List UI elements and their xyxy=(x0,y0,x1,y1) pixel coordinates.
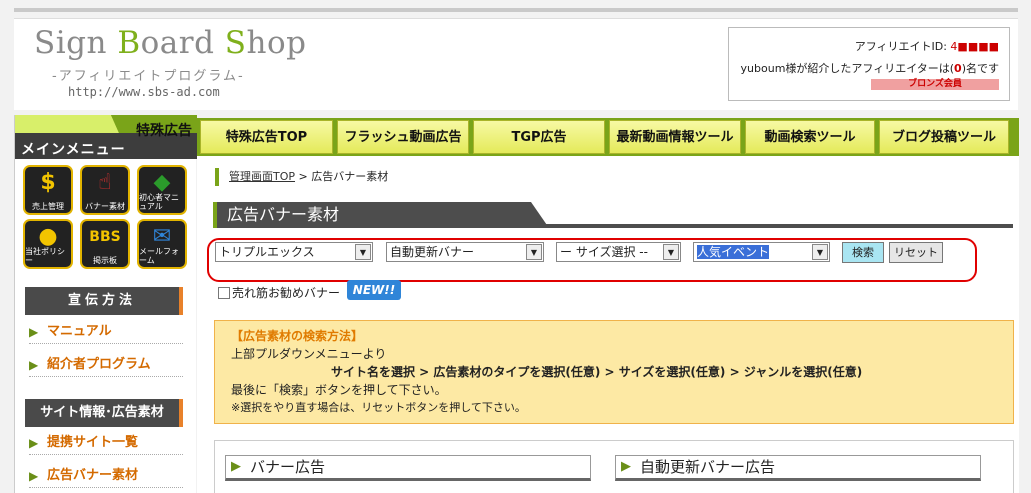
breadcrumb-link-top[interactable]: 管理画面TOP xyxy=(229,170,295,183)
policy-icon: ● xyxy=(38,224,58,249)
nav-flash-video[interactable]: フラッシュ動画広告 xyxy=(337,120,469,154)
arrow-icon: ▶ xyxy=(29,325,39,339)
top-nav: 特殊広告TOP フラッシュ動画広告 TGP広告 最新動画情報ツール 動画検索ツー… xyxy=(197,118,1019,156)
recommend-checkbox-label: 売れ筋お勧めバナー xyxy=(232,286,341,300)
chevron-down-icon: ▼ xyxy=(663,244,679,260)
arrow-icon: ▶ xyxy=(29,358,39,372)
arrow-icon: ▶ xyxy=(231,459,241,474)
search-button[interactable]: 検索 xyxy=(842,242,884,263)
sidebar-icon-button[interactable]: ☝ バナー素材 xyxy=(80,165,130,215)
nav-special-top[interactable]: 特殊広告TOP xyxy=(200,120,333,154)
sidebar-icon-label: 掲示板 xyxy=(93,256,117,265)
bbs-icon: BBS xyxy=(89,229,121,245)
sidebar-main-menu-title: メインメニュー xyxy=(21,142,126,158)
logo-url: http://www.sbs-ad.com xyxy=(68,85,220,99)
main-content: 管理画面TOP > 広告バナー素材 広告バナー素材 トリプルエックス ▼ 自動更新… xyxy=(197,156,1019,493)
site-header: Sign Board Shop -アフィリエイトプログラム- http://ww… xyxy=(14,18,1018,110)
affiliate-id: アフィリエイトID: 4■■■■ xyxy=(854,40,999,53)
sidebar-icon-button[interactable]: $ 売上管理 xyxy=(23,165,73,215)
howto-note: ※選択をやり直す場合は、リセットボタンを押して下さい。 xyxy=(231,401,526,414)
dollar-icon: $ xyxy=(40,170,56,195)
hand-pointer-icon: ☝ xyxy=(98,170,112,195)
affiliate-info-box: アフィリエイトID: 4■■■■ yuboum様が紹介したアフィリエイターは(0… xyxy=(728,27,1010,101)
search-howto-box: 【広告素材の検索方法】 上部プルダウンメニューより サイト名を選択 > 広告素材… xyxy=(214,320,1014,424)
breadcrumb-current: 広告バナー素材 xyxy=(311,170,389,183)
sidebar-link-partner-sites[interactable]: ▶ 提携サイト一覧 xyxy=(29,431,183,455)
sidebar-link-referral[interactable]: ▶ 紹介者プログラム xyxy=(29,353,183,377)
sidebar-icon-label: 売上管理 xyxy=(32,202,64,211)
nav-blog-post-tool[interactable]: ブログ投稿ツール xyxy=(879,120,1009,154)
sidebar: 特殊広告 メインメニュー $ 売上管理 ☝ バナー素材 ◆ 初心者マニュアル ● 当社ポリシー… xyxy=(14,115,197,493)
banner-panels: ▶ バナー広告 ▶ 自動更新バナー広告 xyxy=(214,440,1014,493)
sidebar-icon-button[interactable]: BBS 掲示板 xyxy=(80,219,130,269)
nav-latest-video-tool[interactable]: 最新動画情報ツール xyxy=(609,120,741,154)
sidebar-link-manual[interactable]: ▶ マニュアル xyxy=(29,320,183,344)
sidebar-icon-label: バナー素材 xyxy=(85,202,125,211)
member-rank-badge: ブロンズ会員 xyxy=(871,79,999,90)
logo-subtitle: -アフィリエイトプログラム- xyxy=(52,69,245,84)
sidebar-special-ad-label[interactable]: 特殊広告 xyxy=(136,120,192,140)
sidebar-icon-grid: $ 売上管理 ☝ バナー素材 ◆ 初心者マニュアル ● 当社ポリシー BBS 掲示板 ✉ メールフォー… xyxy=(23,165,189,269)
sidebar-link-banners[interactable]: ▶ 広告バナー素材 xyxy=(29,464,183,488)
genre-select[interactable]: 人気イベント ▼ xyxy=(693,242,830,262)
panel-auto-update-banner-ads: ▶ 自動更新バナー広告 xyxy=(615,455,981,481)
howto-steps: サイト名を選択 > 広告素材のタイプを選択(任意) > サイズを選択(任意) >… xyxy=(331,365,863,379)
sidebar-icon-button[interactable]: ✉ メールフォーム xyxy=(137,219,187,269)
site-select[interactable]: トリプルエックス ▼ xyxy=(215,242,373,262)
arrow-icon: ▶ xyxy=(621,459,631,474)
panel-banner-ads: ▶ バナー広告 xyxy=(225,455,591,481)
site-logo[interactable]: Sign Board Shop xyxy=(34,25,307,61)
howto-line: 最後に「検索」ボタンを押して下さい。 xyxy=(231,383,447,397)
sidebar-section-site-info: サイト情報･広告素材 xyxy=(25,399,183,427)
nav-video-search-tool[interactable]: 動画検索ツール xyxy=(745,120,875,154)
arrow-icon: ▶ xyxy=(29,469,39,483)
mail-icon: ✉ xyxy=(152,224,172,249)
page-title: 広告バナー素材 xyxy=(213,202,549,228)
type-select[interactable]: 自動更新バナー ▼ xyxy=(386,242,544,262)
page-title-bar: 広告バナー素材 xyxy=(213,202,1013,228)
new-badge: NEW!! xyxy=(347,280,401,300)
chevron-down-icon: ▼ xyxy=(526,244,542,260)
chevron-down-icon: ▼ xyxy=(812,244,828,260)
breadcrumb: 管理画面TOP > 広告バナー素材 xyxy=(215,168,388,186)
recommend-checkbox[interactable] xyxy=(218,287,230,299)
reset-button[interactable]: リセット xyxy=(889,242,943,263)
top-rule xyxy=(14,8,1018,12)
sidebar-icon-button[interactable]: ● 当社ポリシー xyxy=(23,219,73,269)
size-select[interactable]: ー サイズ選択 -- ▼ xyxy=(556,242,681,262)
beginner-icon: ◆ xyxy=(153,170,171,195)
referral-count: yuboum様が紹介したアフィリエイターは(0)名です xyxy=(740,62,999,75)
chevron-down-icon: ▼ xyxy=(355,244,371,260)
arrow-icon: ▶ xyxy=(29,436,39,450)
howto-heading: 【広告素材の検索方法】 xyxy=(231,329,364,343)
sidebar-icon-button[interactable]: ◆ 初心者マニュアル xyxy=(137,165,187,215)
nav-tgp[interactable]: TGP広告 xyxy=(473,120,605,154)
sidebar-section-promotion: 宣伝方法 xyxy=(25,287,183,315)
howto-line: 上部プルダウンメニューより xyxy=(231,347,387,361)
sidebar-header: 特殊広告 メインメニュー xyxy=(15,115,197,159)
